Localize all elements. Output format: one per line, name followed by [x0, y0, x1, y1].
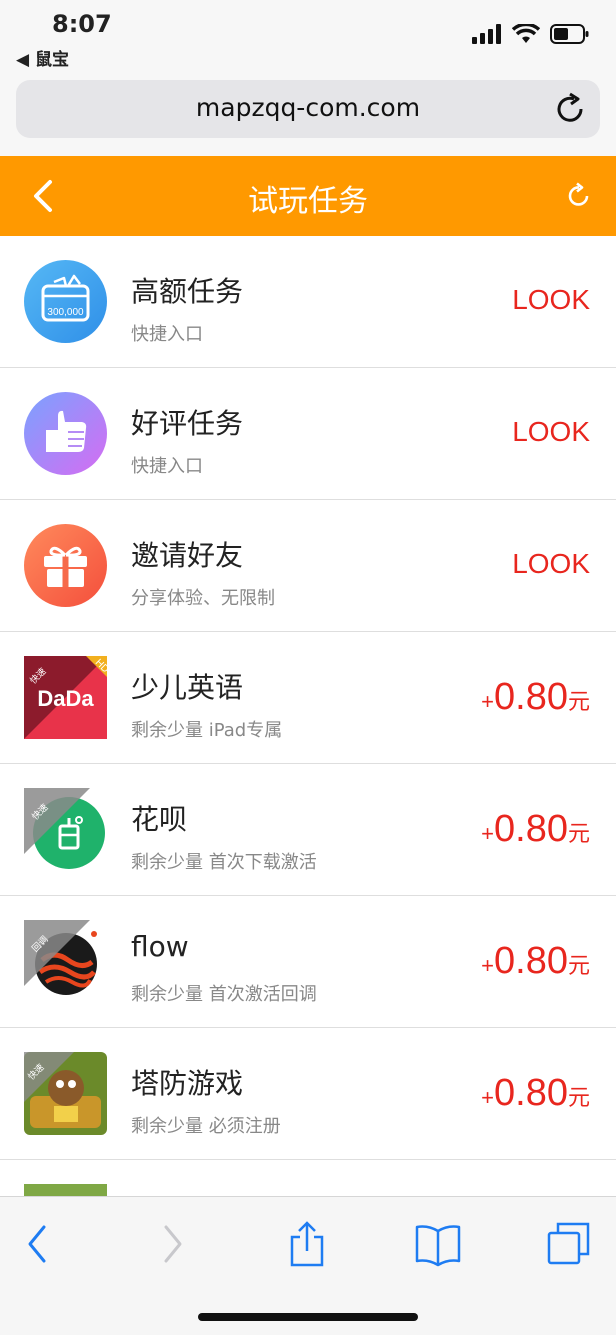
- reload-icon[interactable]: [556, 92, 586, 124]
- tabs-icon[interactable]: [546, 1219, 592, 1269]
- thumbs-up-icon: [24, 392, 107, 475]
- status-bar: 8:07 ◀ 鼠宝: [0, 0, 616, 72]
- app-row-partial[interactable]: [0, 1160, 616, 1196]
- app-row-huabei[interactable]: 快速 花呗 剩余少量 首次下载激活 +0.80元: [0, 764, 616, 896]
- bookmarks-icon[interactable]: [414, 1219, 462, 1269]
- reward-value: 0.80: [494, 808, 568, 850]
- url-text[interactable]: mapzqq-com.com: [16, 93, 600, 122]
- svg-text:300,000: 300,000: [47, 307, 84, 318]
- task-row-invite-friends[interactable]: 邀请好友 分享体验、无限制 LOOK: [0, 500, 616, 632]
- app-title: 少儿英语: [131, 671, 244, 704]
- task-list: 300,000 高额任务 快捷入口 LOOK 好评任务 快捷入口 LOOK 邀请…: [0, 236, 616, 1196]
- app-row-kids-english[interactable]: HD 快速 DaDa 少儿英语 剩余少量 iPad专属 +0.80元: [0, 632, 616, 764]
- signal-icon: [472, 24, 501, 44]
- reward-amount[interactable]: +0.80元: [481, 808, 590, 851]
- reward-unit: 元: [567, 689, 590, 714]
- home-indicator[interactable]: [198, 1313, 418, 1321]
- task-row-good-review[interactable]: 好评任务 快捷入口 LOOK: [0, 368, 616, 500]
- status-icons: [472, 24, 590, 44]
- reward-plus: +: [481, 689, 495, 714]
- battery-icon: [550, 24, 589, 44]
- task-subtitle: 快捷入口: [131, 324, 203, 345]
- dada-app-icon: HD 快速 DaDa: [24, 656, 111, 739]
- reward-unit: 元: [567, 1085, 590, 1110]
- app-subtitle: 剩余少量 必须注册: [131, 1116, 281, 1137]
- gift-icon: [24, 524, 107, 607]
- reward-amount[interactable]: +0.80元: [481, 940, 590, 983]
- page-header: 试玩任务: [0, 156, 616, 236]
- task-row-high-value[interactable]: 300,000 高额任务 快捷入口 LOOK: [0, 236, 616, 368]
- flow-app-icon: 回调: [24, 920, 107, 1003]
- task-title: 好评任务: [131, 407, 244, 440]
- app-title: flow: [131, 930, 189, 963]
- address-bar[interactable]: mapzqq-com.com: [16, 80, 600, 138]
- share-icon[interactable]: [288, 1219, 326, 1269]
- task-title: 高额任务: [131, 275, 244, 308]
- clock: 8:07: [52, 10, 112, 38]
- back-icon[interactable]: [22, 1219, 52, 1269]
- card-300000-icon: 300,000: [24, 260, 107, 343]
- task-subtitle: 快捷入口: [131, 456, 203, 477]
- svg-text:DaDa: DaDa: [37, 686, 94, 711]
- app-subtitle: 剩余少量 iPad专属: [131, 720, 283, 741]
- reward-amount[interactable]: +0.80元: [481, 676, 590, 719]
- app-subtitle: 剩余少量 首次激活回调: [131, 984, 317, 1005]
- look-button[interactable]: LOOK: [512, 548, 590, 580]
- task-title: 邀请好友: [131, 539, 244, 572]
- app-row-flow[interactable]: 回调 flow 剩余少量 首次激活回调 +0.80元: [0, 896, 616, 1028]
- back-to-app-link[interactable]: ◀ 鼠宝: [16, 45, 69, 70]
- app-title: 花呗: [131, 803, 188, 836]
- reward-unit: 元: [567, 953, 590, 978]
- task-subtitle: 分享体验、无限制: [131, 588, 275, 609]
- huabei-app-icon: 快速: [24, 788, 107, 871]
- app-row-tower-defense[interactable]: 快速 塔防游戏 剩余少量 必须注册 +0.80元: [0, 1028, 616, 1160]
- look-button[interactable]: LOOK: [512, 284, 590, 316]
- wifi-icon: [512, 24, 540, 43]
- refresh-icon[interactable]: [566, 182, 592, 210]
- page-title: 试玩任务: [248, 184, 368, 219]
- forward-icon[interactable]: [158, 1219, 188, 1269]
- reward-value: 0.80: [494, 940, 568, 982]
- tower-defense-game-icon: 快速: [24, 1052, 107, 1135]
- reward-plus: +: [481, 953, 495, 978]
- game-app-icon: [24, 1184, 107, 1196]
- look-button[interactable]: LOOK: [512, 416, 590, 448]
- reward-amount[interactable]: +0.80元: [481, 1072, 590, 1115]
- app-subtitle: 剩余少量 首次下载激活: [131, 852, 317, 873]
- reward-unit: 元: [567, 821, 590, 846]
- app-title: 塔防游戏: [131, 1067, 244, 1100]
- reward-plus: +: [481, 821, 495, 846]
- browser-address-area: mapzqq-com.com: [0, 72, 616, 156]
- reward-plus: +: [481, 1085, 495, 1110]
- reward-value: 0.80: [494, 676, 568, 718]
- reward-value: 0.80: [494, 1072, 568, 1114]
